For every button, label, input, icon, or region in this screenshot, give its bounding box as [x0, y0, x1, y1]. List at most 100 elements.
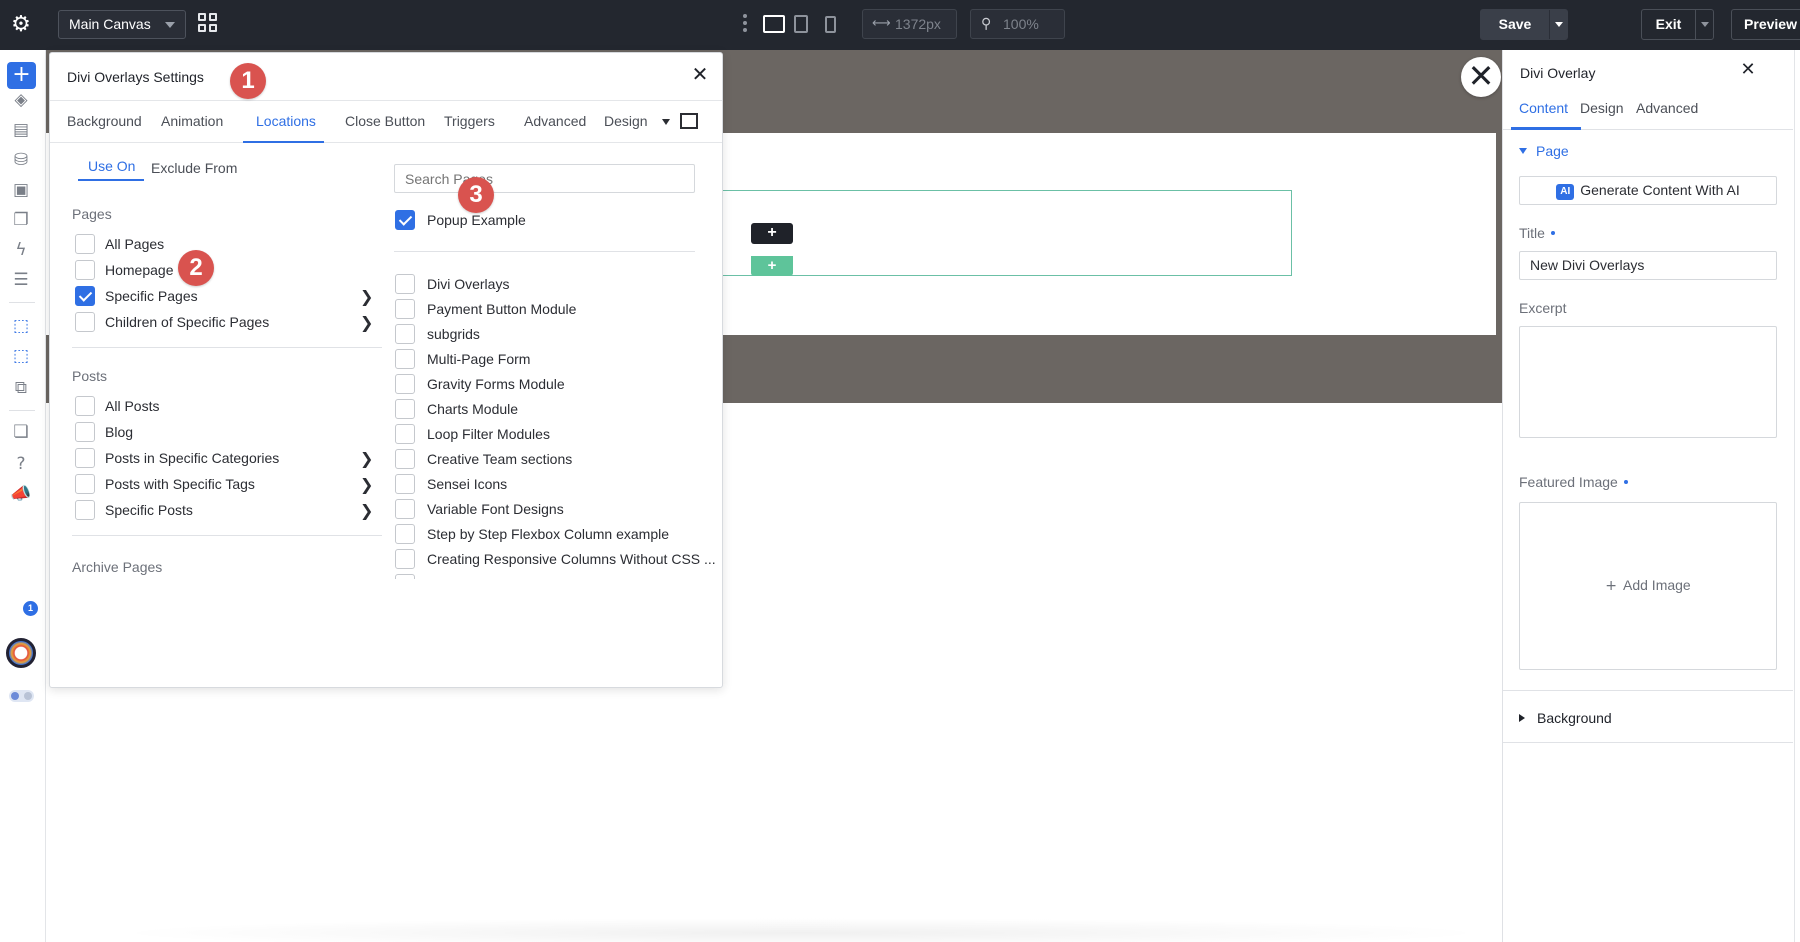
search-pages-input[interactable] [394, 164, 695, 193]
save-button[interactable]: Save [1480, 9, 1568, 40]
tablet-view-icon[interactable] [794, 15, 808, 33]
expand-icon[interactable] [680, 113, 698, 129]
chevron-right-icon[interactable]: ❯ [360, 475, 373, 494]
layout-search-icon[interactable]: ⧉ [9, 376, 33, 400]
featured-image-dropzone[interactable]: + Add Image [1519, 502, 1777, 670]
page-item[interactable]: subgrids [395, 323, 695, 345]
generate-ai-button[interactable]: AI Generate Content With AI [1519, 176, 1777, 205]
checkbox[interactable] [395, 424, 415, 444]
checkbox[interactable] [395, 574, 415, 579]
phone-view-icon[interactable] [825, 16, 836, 33]
page-item[interactable]: Loop Filter Modules [395, 423, 695, 445]
chevron-down-icon[interactable] [1555, 22, 1563, 27]
checkbox[interactable] [395, 349, 415, 369]
checkbox-checked[interactable] [395, 210, 415, 230]
pages-icon[interactable]: ❐ [9, 208, 33, 232]
canvas-select[interactable]: Main Canvas [58, 10, 186, 39]
option-specific-posts[interactable]: Specific Posts ❯ [75, 499, 373, 521]
checkbox[interactable] [395, 274, 415, 294]
checkbox[interactable] [395, 299, 415, 319]
template-icon[interactable]: ▣ [9, 178, 33, 202]
chevron-right-icon[interactable]: ❯ [360, 449, 373, 468]
option-specific-pages[interactable]: Specific Pages ❯ [75, 285, 373, 307]
checkbox[interactable] [75, 448, 95, 468]
mode-toggle[interactable] [9, 690, 34, 702]
checkbox[interactable] [75, 396, 95, 416]
canvas-width-input[interactable]: ⟷ 1372px [862, 9, 957, 39]
add-row-button[interactable]: + [751, 256, 793, 276]
option-blog[interactable]: Blog [75, 421, 370, 443]
desktop-view-icon[interactable] [763, 15, 785, 33]
chevron-down-icon[interactable] [1701, 22, 1709, 27]
selected-page-item[interactable]: Popup Example [395, 209, 695, 231]
tab-triggers[interactable]: Triggers [444, 113, 495, 129]
help-icon[interactable]: ? [9, 452, 33, 476]
checkbox[interactable] [395, 324, 415, 344]
checkbox[interactable] [75, 312, 95, 332]
row-outline[interactable] [646, 190, 1292, 276]
more-options-icon[interactable] [743, 14, 747, 32]
page-item[interactable]: Charts Module [395, 398, 695, 420]
layers-icon[interactable]: ◈ [9, 88, 33, 112]
tab-design[interactable]: Design [604, 113, 648, 129]
tab-background[interactable]: Background [67, 113, 142, 129]
checkbox-checked[interactable] [75, 286, 95, 306]
page-item[interactable]: Sensei Icons [395, 473, 695, 495]
subtab-exclude-from[interactable]: Exclude From [151, 160, 237, 176]
brand-logo-icon[interactable] [6, 638, 36, 668]
overlay-settings-icon[interactable]: ⬚ [9, 344, 33, 368]
excerpt-textarea[interactable] [1519, 326, 1777, 438]
chevron-right-icon[interactable]: ❯ [360, 501, 373, 520]
checkbox[interactable] [395, 449, 415, 469]
grid-view-icon[interactable] [198, 13, 220, 35]
page-item[interactable]: Gravity Forms Module [395, 373, 695, 395]
close-icon[interactable]: ✕ [1736, 58, 1760, 82]
option-posts-with-specific-tags[interactable]: Posts with Specific Tags ❯ [75, 473, 373, 495]
windows-icon[interactable]: ❏ [9, 420, 33, 444]
checkbox[interactable] [395, 399, 415, 419]
option-all-pages[interactable]: All Pages [75, 233, 370, 255]
list-icon[interactable]: ☰ [9, 268, 33, 292]
checkbox[interactable] [75, 500, 95, 520]
chevron-down-icon[interactable] [662, 119, 670, 125]
page-group-toggle[interactable]: Page [1519, 143, 1569, 159]
page-item[interactable]: Multi-Page Form [395, 348, 695, 370]
option-homepage[interactable]: Homepage [75, 259, 370, 281]
option-posts-in-specific-categories[interactable]: Posts in Specific Categories ❯ [75, 447, 373, 469]
tab-advanced[interactable]: Advanced [524, 113, 586, 129]
tab-advanced[interactable]: Advanced [1636, 100, 1698, 116]
tab-content[interactable]: Content [1519, 100, 1568, 116]
checkbox[interactable] [395, 374, 415, 394]
tab-close-button[interactable]: Close Button [345, 113, 425, 129]
checkbox[interactable] [75, 474, 95, 494]
database-icon[interactable]: ⛁ [9, 148, 33, 172]
page-item[interactable]: Divi Overlays [395, 273, 695, 295]
page-item[interactable]: Variable Font Designs [395, 498, 695, 520]
option-all-posts[interactable]: All Posts [75, 395, 370, 417]
checkbox[interactable] [395, 474, 415, 494]
tab-design[interactable]: Design [1580, 100, 1624, 116]
settings-gear-icon[interactable]: ⚙ [8, 12, 34, 38]
checkbox[interactable] [75, 422, 95, 442]
library-icon[interactable]: ▤ [9, 118, 33, 142]
subtab-use-on[interactable]: Use On [88, 158, 135, 174]
background-group-toggle[interactable]: Background [1519, 710, 1612, 726]
add-icon[interactable]: + [7, 62, 36, 89]
chevron-right-icon[interactable]: ❯ [360, 313, 373, 332]
zoom-input[interactable]: ⚲ 100% [970, 9, 1065, 39]
page-item[interactable]: Payment Button Module [395, 298, 695, 320]
page-item[interactable]: Step by Step Flexbox Column example [395, 523, 695, 545]
title-input[interactable]: New Divi Overlays [1519, 251, 1777, 280]
bolt-icon[interactable]: ϟ [9, 238, 33, 262]
tab-animation[interactable]: Animation [161, 113, 223, 129]
panel-scrollbar[interactable] [1794, 50, 1800, 942]
checkbox[interactable] [75, 260, 95, 280]
tab-locations[interactable]: Locations [256, 113, 316, 129]
add-image-button[interactable]: + Add Image [1520, 577, 1776, 594]
chevron-right-icon[interactable]: ❯ [360, 287, 373, 306]
page-item[interactable]: Creative Team sections [395, 448, 695, 470]
close-icon[interactable]: ✕ [687, 61, 713, 87]
option-children-of-specific-pages[interactable]: Children of Specific Pages ❯ [75, 311, 373, 333]
checkbox[interactable] [75, 234, 95, 254]
exit-button[interactable]: Exit [1641, 9, 1714, 40]
